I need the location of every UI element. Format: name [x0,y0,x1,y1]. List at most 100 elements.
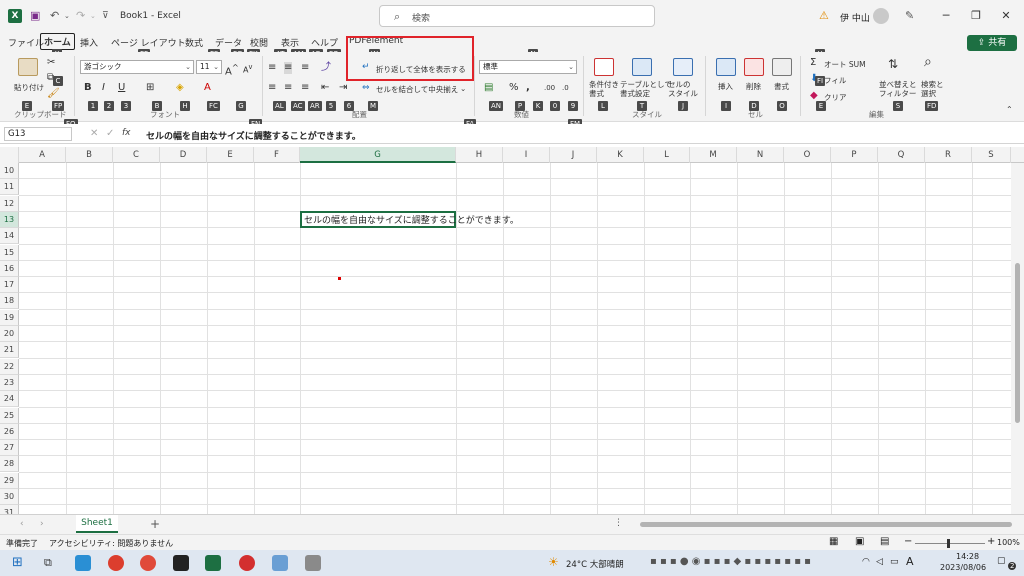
delete-button[interactable]: 削除 [746,81,761,92]
align-left-icon[interactable]: ≡ [268,82,276,94]
redo-icon[interactable]: ↷ [76,8,85,24]
tab-insert[interactable]: 挿入 [80,36,98,49]
column-header[interactable]: S [972,147,1011,163]
horizontal-scrollbar[interactable] [640,522,1012,527]
paste-label[interactable]: 貼り付け [14,82,44,93]
normal-view-icon[interactable]: ▦ [829,536,838,547]
insert-cells-icon[interactable] [716,58,736,76]
column-header[interactable]: H [456,147,503,163]
fill-color-icon[interactable]: ◈ [176,82,184,94]
battery-icon[interactable]: ▭ [890,557,899,567]
row-header[interactable]: 10 [0,163,19,179]
align-top-icon[interactable]: ≡ [268,62,276,74]
row-header[interactable]: 15 [0,244,19,261]
column-header[interactable]: N [737,147,784,163]
cell-styles-button[interactable]: セルの スタイル [668,80,698,98]
increase-font-icon[interactable]: A^ [225,61,239,78]
column-header[interactable]: L [644,147,690,163]
column-header[interactable]: A [19,147,66,163]
tab-formulas[interactable]: 数式 [185,36,203,49]
cell-styles-icon[interactable] [673,58,693,76]
user-name[interactable]: 伊 中山 [840,11,870,24]
row-header[interactable]: 11 [0,179,19,196]
row-header[interactable]: 14 [0,228,19,245]
page-layout-icon[interactable]: ▣ [855,536,864,547]
add-sheet-icon[interactable]: + [150,517,160,531]
delete-cells-icon[interactable] [744,58,764,76]
row-header[interactable]: 21 [0,342,19,359]
vertical-scrollbar[interactable] [1011,163,1024,514]
excel-taskbar-icon[interactable] [205,555,221,571]
cancel-icon[interactable]: ✕ [90,128,98,139]
align-right-icon[interactable]: ≡ [301,82,309,94]
align-bottom-icon[interactable]: ≡ [301,62,309,74]
borders-icon[interactable]: ⊞ [146,82,154,94]
column-header[interactable]: Q [878,147,925,163]
zoom-slider-thumb[interactable] [947,539,950,548]
app-icon[interactable] [305,555,321,571]
chevron-down-icon[interactable]: ⌄ [460,84,466,93]
number-format-select[interactable]: 標準 ⌄ [479,60,577,74]
row-header[interactable]: 16 [0,260,19,277]
bold-button[interactable]: B [84,82,92,94]
name-box[interactable]: G13 [4,127,72,141]
volume-icon[interactable]: ◁ [876,557,883,567]
row-header[interactable]: 22 [0,358,19,375]
start-icon[interactable]: ⊞ [12,555,23,570]
decrease-font-icon[interactable]: Av [243,61,252,77]
undo-icon[interactable]: ↶ [50,8,59,24]
row-header[interactable]: 12 [0,195,19,212]
row-header[interactable]: 27 [0,440,19,457]
merge-center-icon[interactable]: ⇔ [362,82,370,94]
sort-filter-button[interactable]: 並べ替えと フィルター [879,80,917,98]
close-icon[interactable]: ✕ [996,8,1016,24]
task-view-icon[interactable]: ⧉ [44,556,52,570]
scrollbar-thumb[interactable] [1015,263,1020,423]
row-header[interactable]: 18 [0,293,19,310]
column-header[interactable]: D [160,147,207,163]
format-cells-icon[interactable] [772,58,792,76]
clock-date[interactable]: 2023/08/06 [940,563,986,572]
find-select-icon[interactable]: ⌕ [924,55,932,69]
fill-button[interactable]: フィル [824,75,846,86]
column-header[interactable]: I [503,147,550,163]
font-name-select[interactable]: 游ゴシック ⌄ [80,60,194,74]
tab-help[interactable]: ヘルプ [311,36,338,49]
accounting-format-icon[interactable]: ▤ [484,82,493,94]
next-sheet-icon[interactable]: › [40,519,44,529]
comma-style-icon[interactable]: , [526,82,530,94]
column-header[interactable]: M [690,147,737,163]
column-header[interactable]: C [113,147,160,163]
warning-icon[interactable]: ⚠ [819,8,829,24]
page-break-icon[interactable]: ▤ [880,536,889,547]
font-size-select[interactable]: 11 ⌄ [196,60,222,74]
row-header[interactable]: 23 [0,374,19,391]
pen-icon[interactable]: ✎ [905,8,914,24]
row-header[interactable]: 25 [0,407,19,424]
accessibility-status[interactable]: アクセシビリティ: 問題ありません [49,538,173,549]
orientation-icon[interactable]: ⤴ [321,62,331,74]
clear-button[interactable]: クリア [824,92,847,103]
chrome-profile-icon[interactable] [140,555,156,571]
wifi-icon[interactable]: ◠ [862,557,870,567]
format-as-table-button[interactable]: テーブルとして 書式設定 [620,80,672,98]
format-as-table-icon[interactable] [632,58,652,76]
app-icon[interactable] [272,555,288,571]
zoom-out-icon[interactable]: − [904,536,912,547]
format-button[interactable]: 書式 [774,81,789,92]
autosum-icon[interactable]: Σ [810,57,816,69]
share-button[interactable]: ⇪ 共有 [967,35,1017,51]
paste-icon[interactable] [18,58,38,76]
tab-data[interactable]: データ [215,36,242,49]
row-header[interactable]: 29 [0,472,19,489]
column-header[interactable]: R [925,147,972,163]
telegram-icon[interactable] [75,555,91,571]
increase-indent-icon[interactable]: ⇥ [339,82,347,94]
decrease-decimal-icon[interactable]: .0 [562,82,569,94]
column-header[interactable]: K [597,147,644,163]
conditional-format-icon[interactable] [594,58,614,76]
column-header[interactable]: B [66,147,113,163]
tab-home[interactable]: ホーム [40,33,75,50]
zoom-slider[interactable] [915,543,985,544]
underline-button[interactable]: U [118,82,125,94]
